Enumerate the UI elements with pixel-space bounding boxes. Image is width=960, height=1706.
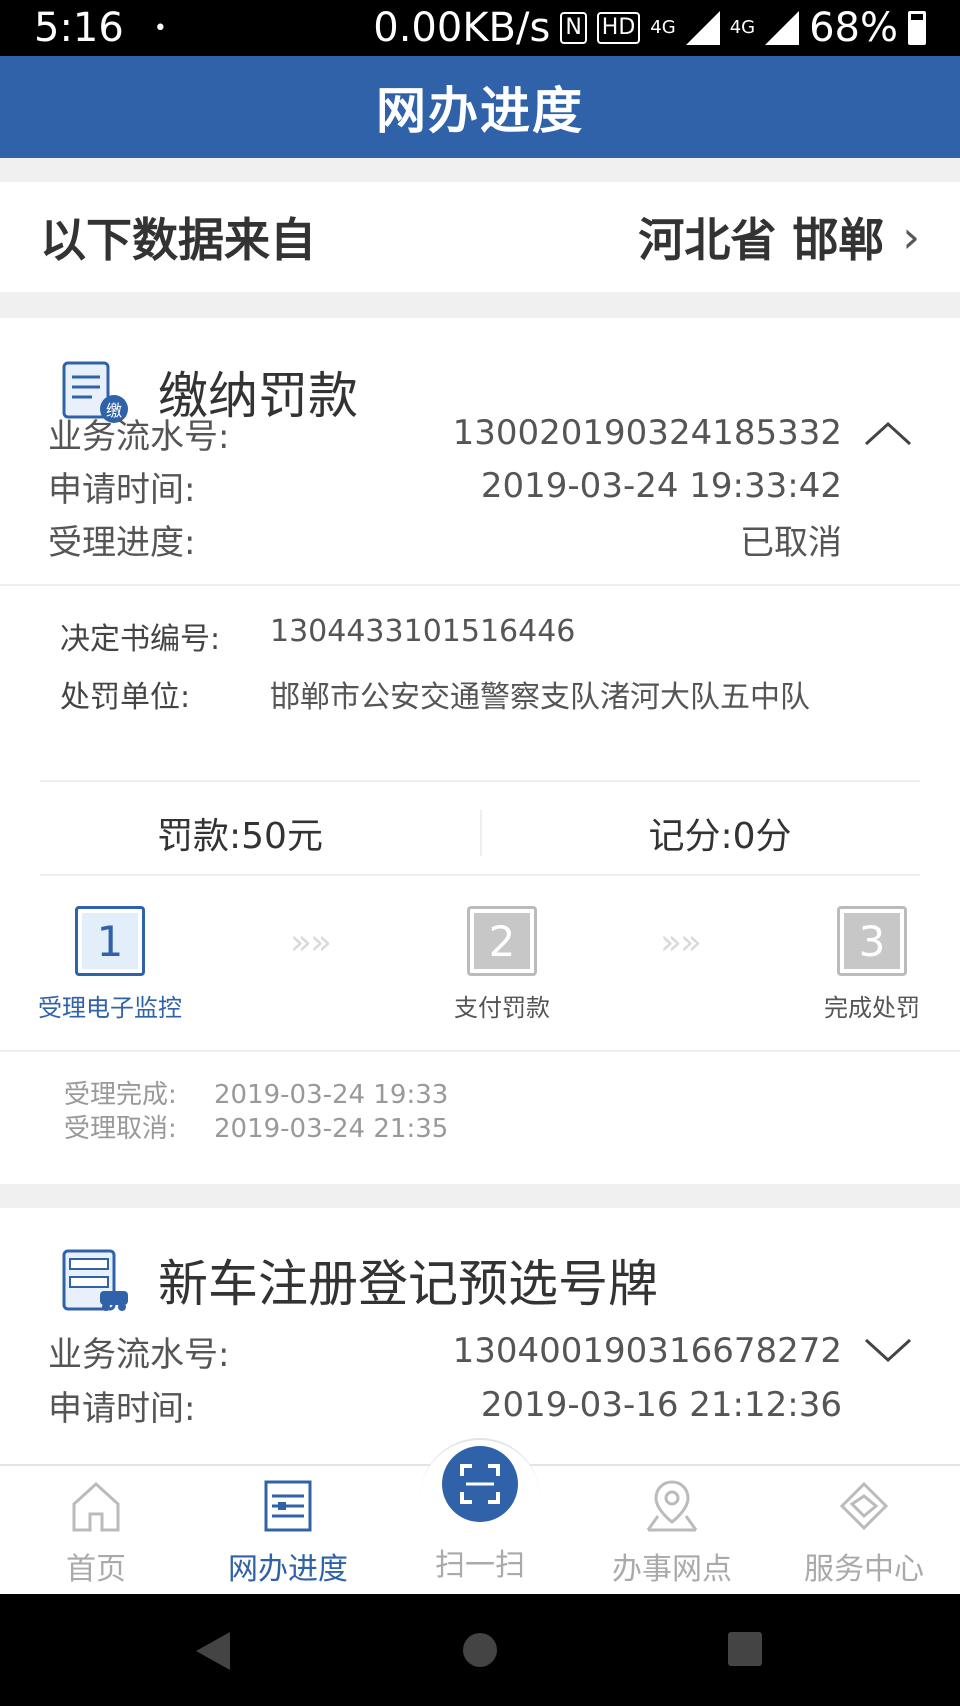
step-number: 3 bbox=[844, 913, 900, 969]
nav-home[interactable]: 首页 bbox=[0, 1476, 192, 1588]
record-card-plate[interactable]: 新车注册登记预选号牌 业务流水号: 130400190316678272 申请时… bbox=[0, 1208, 960, 1468]
app-header: 网办进度 bbox=[0, 56, 960, 158]
nav-progress[interactable]: 网办进度 bbox=[192, 1476, 384, 1588]
decision-value: 1304433101516446 bbox=[270, 614, 576, 649]
apply-time-row: 申请时间: 2019-03-16 21:12:36 bbox=[48, 1380, 960, 1430]
apply-time-label: 申请时间: bbox=[48, 469, 196, 510]
timeline-item: 受理完成: 2019-03-24 19:33 bbox=[64, 1078, 448, 1112]
double-chevron-icon: »» bbox=[660, 922, 702, 963]
unit-label: 处罚单位: bbox=[60, 680, 191, 715]
hd-icon: HD bbox=[596, 12, 641, 44]
signal-icon-1 bbox=[685, 11, 720, 45]
points-deducted: 记分:0分 bbox=[648, 816, 792, 857]
timeline-label: 受理完成: bbox=[64, 1080, 177, 1110]
serial-value: 130020190324185332 bbox=[452, 413, 842, 453]
nav-label: 服务中心 bbox=[804, 1552, 924, 1587]
serial-row: 业务流水号: 130020190324185332 bbox=[48, 408, 960, 458]
scan-button[interactable] bbox=[442, 1446, 518, 1522]
timeline-item: 受理取消: 2019-03-24 21:35 bbox=[64, 1112, 448, 1146]
vertical-divider bbox=[480, 810, 482, 856]
nav-label: 首页 bbox=[66, 1552, 126, 1587]
card-title-row: 新车注册登记预选号牌 bbox=[60, 1244, 658, 1316]
region-label: 以下数据来自 bbox=[40, 213, 316, 267]
step-2: 2 支付罚款 bbox=[412, 906, 592, 1023]
apply-time-value: 2019-03-16 21:12:36 bbox=[480, 1385, 842, 1425]
step-number: 2 bbox=[474, 913, 530, 969]
step-number-box: 2 bbox=[467, 906, 537, 976]
nav-label: 办事网点 bbox=[612, 1552, 732, 1587]
page-title: 网办进度 bbox=[376, 82, 584, 140]
nav-locations[interactable]: 办事网点 bbox=[576, 1476, 768, 1588]
nav-label: 扫一扫 bbox=[435, 1548, 525, 1583]
divider bbox=[0, 1050, 960, 1052]
step-number-box: 1 bbox=[75, 906, 145, 976]
step-label: 支付罚款 bbox=[454, 994, 550, 1022]
timeline: 受理完成: 2019-03-24 19:33 受理取消: 2019-03-24 … bbox=[64, 1078, 448, 1146]
unit-value: 邯郸市公安交通警察支队渚河大队五中队 bbox=[270, 680, 810, 715]
card-title: 新车注册登记预选号牌 bbox=[158, 1255, 658, 1313]
region-selector[interactable]: 以下数据来自 河北省 邯郸 › bbox=[0, 182, 960, 292]
handshake-icon bbox=[839, 1481, 889, 1531]
progress-label: 受理进度: bbox=[48, 522, 196, 563]
chevron-up-icon[interactable] bbox=[862, 418, 914, 448]
home-button-icon[interactable] bbox=[460, 1630, 500, 1670]
decision-label: 决定书编号: bbox=[60, 622, 221, 657]
serial-label: 业务流水号: bbox=[48, 1334, 230, 1375]
bottom-navigation: 首页 网办进度 扫一扫 办事网点 服务中心 bbox=[0, 1438, 960, 1594]
divider bbox=[40, 780, 920, 782]
nav-service[interactable]: 服务中心 bbox=[768, 1476, 960, 1588]
divider bbox=[40, 874, 920, 876]
notification-dot: • bbox=[153, 15, 167, 41]
chevron-down-icon[interactable] bbox=[862, 1336, 914, 1366]
serial-label: 业务流水号: bbox=[48, 416, 230, 457]
double-chevron-icon: »» bbox=[290, 922, 332, 963]
home-icon bbox=[72, 1481, 120, 1532]
battery-percent: 68% bbox=[809, 5, 898, 51]
scan-icon bbox=[460, 1464, 500, 1504]
record-card-fine[interactable]: 缴 缴纳罚款 业务流水号: 130020190324185332 申请时间: 2… bbox=[0, 318, 960, 1184]
serial-row: 业务流水号: 130400190316678272 bbox=[48, 1326, 960, 1376]
step-1: 1 受理电子监控 bbox=[20, 906, 200, 1023]
network-type-2: 4G bbox=[729, 17, 756, 38]
progress-row: 受理进度: 已取消 bbox=[48, 514, 960, 564]
divider bbox=[0, 584, 960, 586]
progress-steps: 1 受理电子监控 »» 2 支付罚款 »» 3 完成处罚 bbox=[0, 906, 960, 1036]
timeline-label: 受理取消: bbox=[64, 1114, 177, 1144]
nav-label: 网办进度 bbox=[228, 1552, 348, 1587]
serial-value: 130400190316678272 bbox=[452, 1331, 842, 1371]
signal-icon-2 bbox=[765, 11, 800, 45]
battery-icon bbox=[908, 11, 926, 45]
network-type-1: 4G bbox=[650, 17, 676, 38]
location-icon bbox=[646, 1480, 698, 1532]
status-time: 5:16 bbox=[34, 5, 124, 51]
network-speed: 0.00KB/s bbox=[373, 5, 551, 51]
decision-row: 决定书编号: 1304433101516446 bbox=[60, 614, 575, 658]
apply-time-row: 申请时间: 2019-03-24 19:33:42 bbox=[48, 461, 960, 511]
status-bar: 5:16 • 0.00KB/s N HD 4G 4G 68% bbox=[0, 0, 960, 56]
step-number-box: 3 bbox=[837, 906, 907, 976]
unit-row: 处罚单位: 邯郸市公安交通警察支队渚河大队五中队 bbox=[60, 672, 810, 716]
timeline-value: 2019-03-24 19:33 bbox=[214, 1080, 449, 1110]
timeline-value: 2019-03-24 21:35 bbox=[214, 1114, 449, 1144]
recents-icon[interactable] bbox=[726, 1630, 764, 1668]
progress-icon bbox=[264, 1480, 312, 1532]
back-icon[interactable] bbox=[190, 1628, 236, 1674]
progress-value: 已取消 bbox=[740, 522, 842, 563]
step-label: 受理电子监控 bbox=[38, 994, 182, 1022]
penalty-summary: 罚款:50元 记分:0分 bbox=[0, 798, 960, 868]
apply-time-label: 申请时间: bbox=[48, 1388, 196, 1429]
plate-registration-icon bbox=[62, 1249, 128, 1311]
fine-amount: 罚款:50元 bbox=[157, 816, 323, 857]
status-right: 0.00KB/s N HD 4G 4G 68% bbox=[373, 5, 926, 51]
chevron-right-icon: › bbox=[902, 211, 920, 263]
nfc-icon: N bbox=[560, 12, 587, 44]
step-3: 3 完成处罚 bbox=[782, 906, 960, 1023]
step-label: 完成处罚 bbox=[824, 994, 920, 1022]
android-navigation-bar bbox=[0, 1594, 960, 1706]
apply-time-value: 2019-03-24 19:33:42 bbox=[480, 466, 842, 506]
region-value: 河北省 邯郸 bbox=[638, 213, 885, 267]
step-number: 1 bbox=[82, 913, 138, 969]
